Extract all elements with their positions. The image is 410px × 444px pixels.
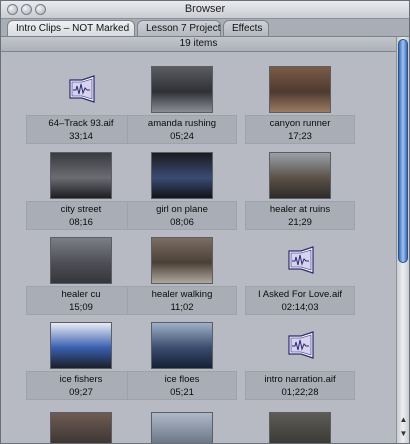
- clip-item[interactable]: 64–Track 93.aif 33;14: [26, 66, 136, 146]
- scrollbar-thumb[interactable]: [398, 39, 408, 263]
- clip-duration: 05;24: [170, 131, 194, 142]
- clip-item[interactable]: intro narration.aif 01;22;28: [245, 322, 355, 402]
- clip-thumbnail: [151, 152, 213, 199]
- clip-label: 64–Track 93.aif 33;14: [26, 115, 136, 144]
- clip-duration: 17;23: [288, 131, 312, 142]
- clip-label: healer walking 11;02: [127, 286, 237, 315]
- clip-item[interactable]: healer at ruins 21;29: [245, 152, 355, 232]
- speaker-waveform-icon: [285, 330, 317, 360]
- clip-thumbnail[interactable]: [151, 412, 213, 443]
- clip-label: girl on plane 08;06: [127, 201, 237, 230]
- clip-label: healer at ruins 21;29: [245, 201, 355, 230]
- clip-item[interactable]: amanda rushing 05;24: [127, 66, 237, 146]
- clip-thumbnail: [151, 237, 213, 284]
- clip-name: healer at ruins: [269, 204, 331, 215]
- clip-label: city street 08;16: [26, 201, 136, 230]
- scroll-down-arrow-icon[interactable]: ▼: [399, 429, 408, 438]
- clip-name: city street: [60, 204, 102, 215]
- clip-label: I Asked For Love.aif 02:14;03: [245, 286, 355, 315]
- clip-thumbnail: [151, 322, 213, 369]
- clip-name: ice fishers: [59, 374, 103, 385]
- title-bar: Browser: [1, 1, 409, 19]
- window-title: Browser: [184, 3, 226, 15]
- tab-bar: Intro Clips – NOT Marked Lesson 7 Projec…: [1, 19, 409, 37]
- clip-name: ice floes: [164, 374, 200, 385]
- clip-thumbnail: [269, 152, 331, 199]
- clip-item[interactable]: girl on plane 08;06: [127, 152, 237, 232]
- clip-duration: 21;29: [288, 217, 312, 228]
- clip-thumbnail: [50, 322, 112, 369]
- vertical-scrollbar[interactable]: ▲ ▼: [396, 37, 409, 443]
- clip-label: healer cu 15;09: [26, 286, 136, 315]
- clip-label: ice fishers 09;27: [26, 371, 136, 400]
- clip-thumbnail[interactable]: [50, 412, 112, 443]
- clip-duration: 09;27: [69, 387, 93, 398]
- clip-label: ice floes 05;21: [127, 371, 237, 400]
- speaker-waveform-icon: [66, 74, 98, 104]
- clip-duration: 33;14: [69, 131, 93, 142]
- clip-thumbnail: [50, 237, 112, 284]
- clip-grid: 64–Track 93.aif 33;14 amanda rushing 05;24 c…: [1, 52, 396, 443]
- clip-item[interactable]: ice floes 05;21: [127, 322, 237, 402]
- clip-item[interactable]: ice fishers 09;27: [26, 322, 136, 402]
- clip-name: canyon runner: [269, 118, 331, 129]
- scroll-up-arrow-icon[interactable]: ▲: [399, 415, 408, 424]
- clip-name: I Asked For Love.aif: [258, 289, 342, 300]
- clip-name: intro narration.aif: [264, 374, 336, 385]
- clip-item[interactable]: healer walking 11;02: [127, 237, 237, 317]
- clip-item[interactable]: city street 08;16: [26, 152, 136, 232]
- clip-duration: 08;16: [69, 217, 93, 228]
- clip-thumbnail: [151, 66, 213, 113]
- tab-effects[interactable]: Effects: [223, 20, 269, 36]
- clip-item[interactable]: I Asked For Love.aif 02:14;03: [245, 237, 355, 317]
- clip-name: healer walking: [151, 289, 213, 300]
- clip-duration: 08;06: [170, 217, 194, 228]
- clip-thumbnail: [50, 152, 112, 199]
- clip-item[interactable]: canyon runner 17;23: [245, 66, 355, 146]
- clip-duration: 01;22;28: [281, 387, 319, 398]
- clip-thumbnail: [269, 66, 331, 113]
- clip-label: canyon runner 17;23: [245, 115, 355, 144]
- item-count: 19 items: [179, 38, 218, 49]
- clip-label: intro narration.aif 01;22;28: [245, 371, 355, 400]
- clip-duration: 02:14;03: [281, 302, 319, 313]
- clip-duration: 11;02: [170, 302, 194, 313]
- clip-item[interactable]: healer cu 15;09: [26, 237, 136, 317]
- clip-thumbnail[interactable]: [269, 412, 331, 443]
- speaker-waveform-icon: [285, 245, 317, 275]
- clip-duration: 05;21: [170, 387, 194, 398]
- clip-name: 64–Track 93.aif: [48, 118, 114, 129]
- browser-window: Browser Intro Clips – NOT Marked Lesson …: [0, 0, 410, 444]
- clip-label: amanda rushing 05;24: [127, 115, 237, 144]
- clip-name: amanda rushing: [147, 118, 217, 129]
- clip-name: healer cu: [61, 289, 101, 300]
- clip-name: girl on plane: [156, 204, 208, 215]
- tab-lesson-7-project[interactable]: Lesson 7 Project: [137, 20, 221, 36]
- clip-duration: 15;09: [69, 302, 93, 313]
- tab-intro-clips[interactable]: Intro Clips – NOT Marked: [7, 20, 135, 36]
- item-count-bar: 19 items: [1, 37, 396, 52]
